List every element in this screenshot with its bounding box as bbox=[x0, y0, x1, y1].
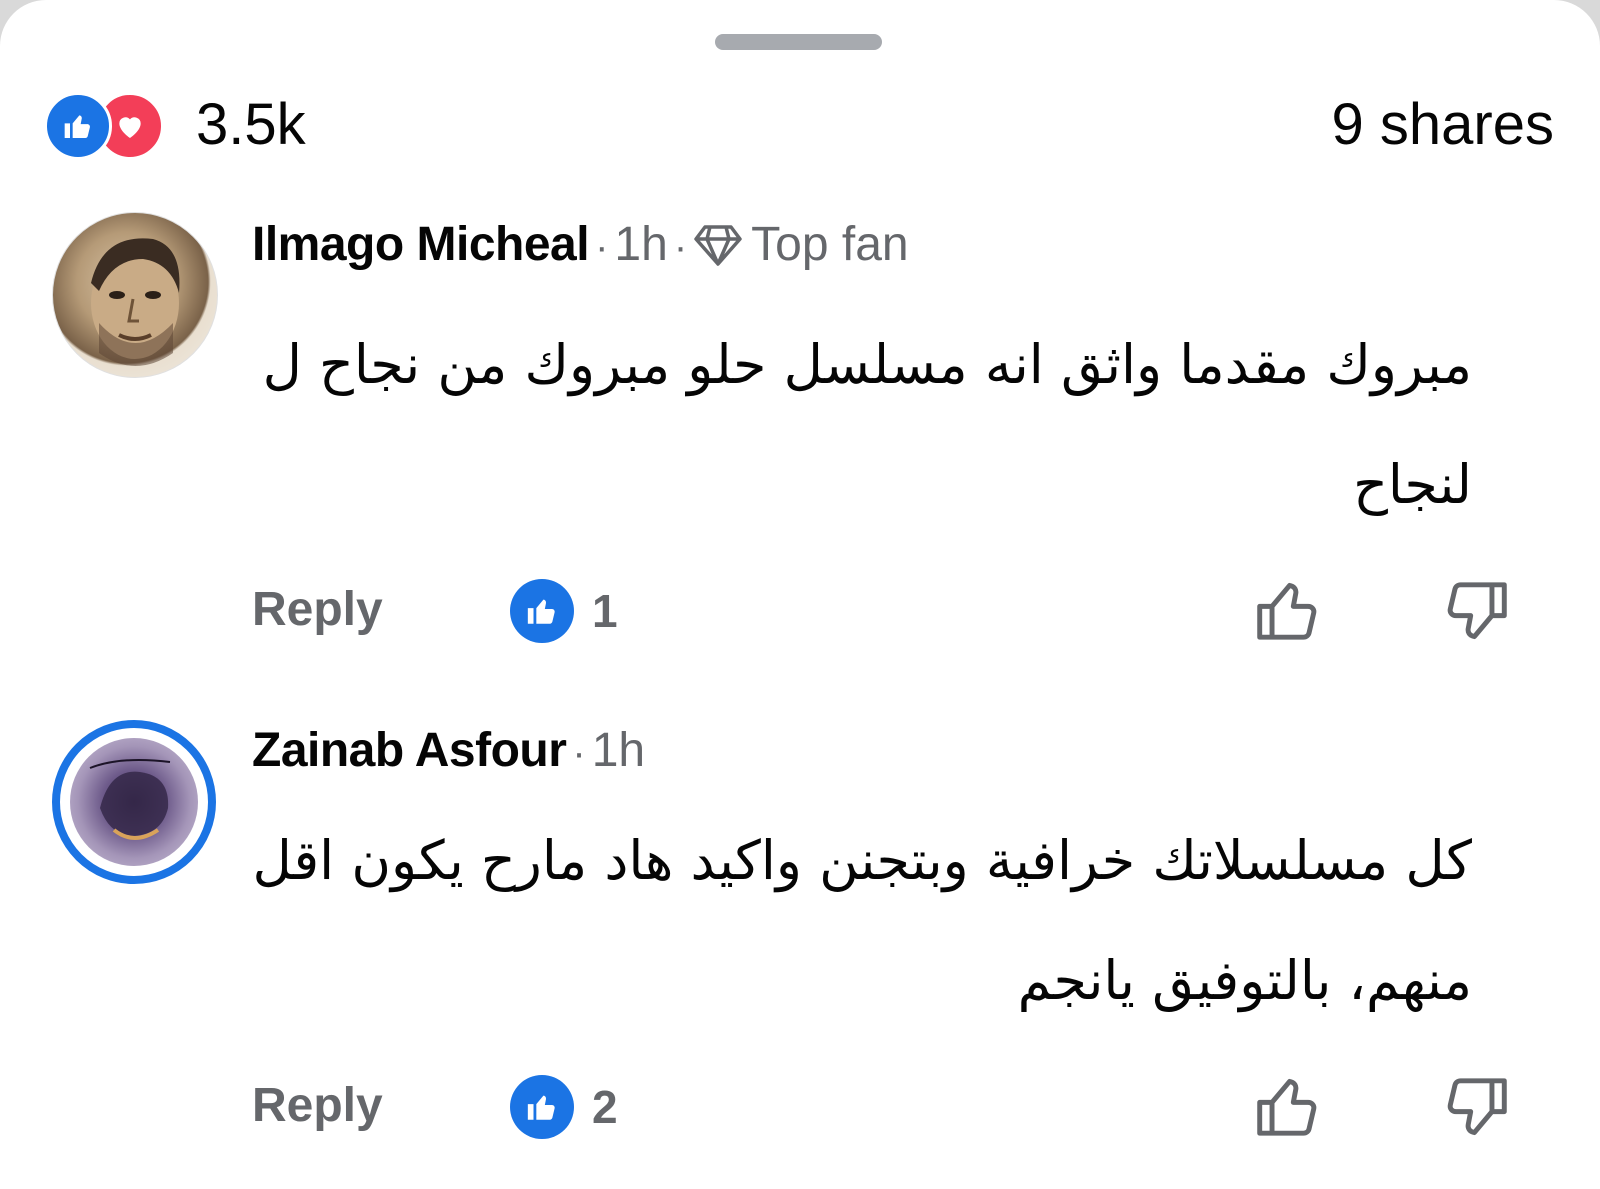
drag-handle[interactable] bbox=[715, 34, 882, 50]
timestamp[interactable]: 1h bbox=[592, 724, 645, 777]
author-name[interactable]: Ilmago Micheal bbox=[252, 218, 590, 271]
thumbs-up-icon[interactable] bbox=[1252, 574, 1326, 648]
thumbs-down-icon[interactable] bbox=[1438, 574, 1512, 648]
comment-meta: Zainab Asfour · 1h bbox=[252, 716, 645, 786]
reaction-summary: 3.5k 9 shares bbox=[44, 84, 1554, 166]
author-name[interactable]: Zainab Asfour bbox=[252, 724, 567, 777]
comment-actions: Reply 2 bbox=[252, 1066, 1552, 1146]
avatar[interactable] bbox=[52, 212, 218, 378]
like-icon bbox=[510, 579, 574, 643]
thumbs-up-icon[interactable] bbox=[1252, 1070, 1326, 1144]
like-count: 1 bbox=[592, 585, 618, 637]
thumbs-down-icon[interactable] bbox=[1438, 1070, 1512, 1144]
reaction-icons[interactable] bbox=[44, 92, 184, 160]
reply-button[interactable]: Reply bbox=[252, 1066, 383, 1146]
comment-text: كل مسلسلاتك خرافية وبتجنن واكيد هاد مارح… bbox=[252, 829, 1472, 1012]
separator-dot: · bbox=[673, 225, 688, 269]
badge-label: Top fan bbox=[751, 218, 909, 271]
separator-dot: · bbox=[595, 225, 609, 269]
avatar-portrait bbox=[91, 238, 180, 366]
top-fan-badge: Top fan bbox=[693, 210, 909, 280]
comment-meta: Ilmago Micheal · 1h · Top fan bbox=[252, 210, 909, 280]
like-count: 2 bbox=[592, 1081, 618, 1133]
like-icon bbox=[510, 1075, 574, 1139]
shares-count[interactable]: 9 shares bbox=[1332, 84, 1554, 166]
avatar[interactable] bbox=[52, 720, 216, 884]
avatar-artwork bbox=[89, 759, 171, 840]
timestamp[interactable]: 1h bbox=[614, 218, 667, 271]
comment-reactions[interactable]: 1 bbox=[510, 578, 618, 644]
comment-reactions[interactable]: 2 bbox=[510, 1074, 618, 1140]
comment-text: مبروك مقدما واثق انه مسلسل حلو مبروك من … bbox=[262, 333, 1472, 516]
separator-dot: · bbox=[572, 731, 586, 775]
avatar-image bbox=[70, 738, 198, 866]
diamond-icon bbox=[694, 225, 742, 266]
comment-actions: Reply 1 bbox=[252, 570, 1552, 650]
reply-button[interactable]: Reply bbox=[252, 570, 383, 650]
reaction-count[interactable]: 3.5k bbox=[196, 84, 306, 166]
comments-sheet: 3.5k 9 shares Ilmago Micheal · 1h · Top fan … bbox=[0, 0, 1600, 1189]
like-icon bbox=[44, 92, 112, 160]
